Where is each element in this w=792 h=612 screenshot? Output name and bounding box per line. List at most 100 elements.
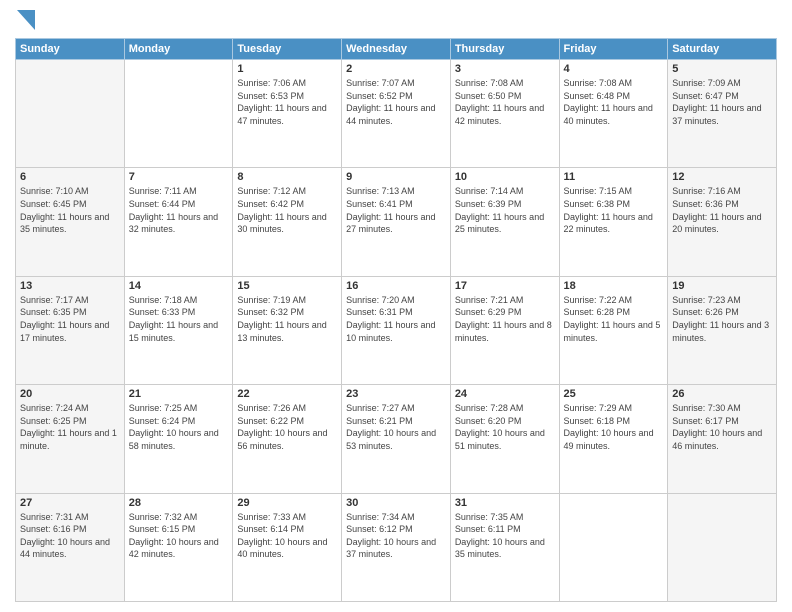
calendar-cell: 6Sunrise: 7:10 AM Sunset: 6:45 PM Daylig…	[16, 168, 125, 276]
calendar-cell: 12Sunrise: 7:16 AM Sunset: 6:36 PM Dayli…	[668, 168, 777, 276]
day-number: 11	[564, 171, 664, 183]
calendar-week-row: 27 Sunrise: 7:31 AM Sunset: 6:16 PM Dayli…	[16, 493, 777, 601]
day-number: 20	[20, 388, 120, 400]
day-number: 7	[129, 171, 229, 183]
calendar-cell: 20 Sunrise: 7:24 AM Sunset: 6:25 PM Dayli…	[16, 385, 125, 493]
day-number: 5	[672, 63, 772, 75]
weekday-header: Saturday	[668, 39, 777, 60]
calendar-cell: 19Sunrise: 7:23 AM Sunset: 6:26 PM Dayli…	[668, 276, 777, 384]
day-number: 26	[672, 388, 772, 400]
calendar-week-row: 6Sunrise: 7:10 AM Sunset: 6:45 PM Daylig…	[16, 168, 777, 276]
calendar-cell: 17 Sunrise: 7:21 AM Sunset: 6:29 PM Dayli…	[450, 276, 559, 384]
day-number: 24	[455, 388, 555, 400]
calendar-cell: 4 Sunrise: 7:08 AM Sunset: 6:48 PM Daylig…	[559, 60, 668, 168]
day-number: 18	[564, 280, 664, 292]
day-number: 1	[237, 63, 337, 75]
calendar-cell: 14 Sunrise: 7:18 AM Sunset: 6:33 PM Dayli…	[124, 276, 233, 384]
day-info: Sunrise: 7:12 AM Sunset: 6:42 PM Dayligh…	[237, 185, 337, 235]
day-number: 21	[129, 388, 229, 400]
day-info: Sunrise: 7:11 AM Sunset: 6:44 PM Dayligh…	[129, 185, 229, 235]
day-number: 22	[237, 388, 337, 400]
day-number: 23	[346, 388, 446, 400]
day-number: 3	[455, 63, 555, 75]
day-info: Sunrise: 7:35 AM Sunset: 6:11 PM Dayligh…	[455, 511, 555, 561]
day-number: 25	[564, 388, 664, 400]
day-info: Sunrise: 7:28 AM Sunset: 6:20 PM Dayligh…	[455, 402, 555, 452]
day-number: 9	[346, 171, 446, 183]
calendar-cell: 23 Sunrise: 7:27 AM Sunset: 6:21 PM Dayli…	[342, 385, 451, 493]
calendar-cell: 7 Sunrise: 7:11 AM Sunset: 6:44 PM Daylig…	[124, 168, 233, 276]
day-info: Sunrise: 7:26 AM Sunset: 6:22 PM Dayligh…	[237, 402, 337, 452]
day-number: 27	[20, 497, 120, 509]
day-number: 12	[672, 171, 772, 183]
day-info: Sunrise: 7:27 AM Sunset: 6:21 PM Dayligh…	[346, 402, 446, 452]
day-info: Sunrise: 7:33 AM Sunset: 6:14 PM Dayligh…	[237, 511, 337, 561]
day-info: Sunrise: 7:09 AM Sunset: 6:47 PM Dayligh…	[672, 77, 772, 127]
calendar-cell	[124, 60, 233, 168]
day-number: 15	[237, 280, 337, 292]
calendar-cell: 9 Sunrise: 7:13 AM Sunset: 6:41 PM Daylig…	[342, 168, 451, 276]
day-number: 31	[455, 497, 555, 509]
day-info: Sunrise: 7:31 AM Sunset: 6:16 PM Dayligh…	[20, 511, 120, 561]
day-number: 6	[20, 171, 120, 183]
calendar-cell: 22 Sunrise: 7:26 AM Sunset: 6:22 PM Dayli…	[233, 385, 342, 493]
day-info: Sunrise: 7:22 AM Sunset: 6:28 PM Dayligh…	[564, 294, 664, 344]
calendar-cell: 18 Sunrise: 7:22 AM Sunset: 6:28 PM Dayli…	[559, 276, 668, 384]
day-info: Sunrise: 7:17 AM Sunset: 6:35 PM Dayligh…	[20, 294, 120, 344]
day-info: Sunrise: 7:29 AM Sunset: 6:18 PM Dayligh…	[564, 402, 664, 452]
calendar-table: SundayMondayTuesdayWednesdayThursdayFrid…	[15, 38, 777, 602]
day-number: 4	[564, 63, 664, 75]
weekday-header: Wednesday	[342, 39, 451, 60]
calendar-cell: 21 Sunrise: 7:25 AM Sunset: 6:24 PM Dayli…	[124, 385, 233, 493]
calendar-cell: 25 Sunrise: 7:29 AM Sunset: 6:18 PM Dayli…	[559, 385, 668, 493]
day-number: 29	[237, 497, 337, 509]
weekday-header: Tuesday	[233, 39, 342, 60]
day-number: 17	[455, 280, 555, 292]
day-number: 10	[455, 171, 555, 183]
day-info: Sunrise: 7:25 AM Sunset: 6:24 PM Dayligh…	[129, 402, 229, 452]
calendar-cell: 5 Sunrise: 7:09 AM Sunset: 6:47 PM Daylig…	[668, 60, 777, 168]
day-number: 19	[672, 280, 772, 292]
calendar-header-row: SundayMondayTuesdayWednesdayThursdayFrid…	[16, 39, 777, 60]
weekday-header: Thursday	[450, 39, 559, 60]
calendar-cell: 28 Sunrise: 7:32 AM Sunset: 6:15 PM Dayli…	[124, 493, 233, 601]
day-info: Sunrise: 7:15 AM Sunset: 6:38 PM Dayligh…	[564, 185, 664, 235]
day-info: Sunrise: 7:07 AM Sunset: 6:52 PM Dayligh…	[346, 77, 446, 127]
day-number: 28	[129, 497, 229, 509]
weekday-header: Sunday	[16, 39, 125, 60]
day-info: Sunrise: 7:34 AM Sunset: 6:12 PM Dayligh…	[346, 511, 446, 561]
day-info: Sunrise: 7:20 AM Sunset: 6:31 PM Dayligh…	[346, 294, 446, 344]
day-number: 8	[237, 171, 337, 183]
day-info: Sunrise: 7:30 AM Sunset: 6:17 PM Dayligh…	[672, 402, 772, 452]
header	[15, 10, 777, 30]
calendar-cell	[16, 60, 125, 168]
calendar-week-row: 1Sunrise: 7:06 AM Sunset: 6:53 PM Daylig…	[16, 60, 777, 168]
calendar-week-row: 20 Sunrise: 7:24 AM Sunset: 6:25 PM Dayli…	[16, 385, 777, 493]
day-info: Sunrise: 7:13 AM Sunset: 6:41 PM Dayligh…	[346, 185, 446, 235]
day-info: Sunrise: 7:24 AM Sunset: 6:25 PM Dayligh…	[20, 402, 120, 452]
weekday-header: Monday	[124, 39, 233, 60]
day-info: Sunrise: 7:08 AM Sunset: 6:48 PM Dayligh…	[564, 77, 664, 127]
page: SundayMondayTuesdayWednesdayThursdayFrid…	[0, 0, 792, 612]
calendar-cell: 27 Sunrise: 7:31 AM Sunset: 6:16 PM Dayli…	[16, 493, 125, 601]
calendar-cell: 10 Sunrise: 7:14 AM Sunset: 6:39 PM Dayli…	[450, 168, 559, 276]
day-info: Sunrise: 7:32 AM Sunset: 6:15 PM Dayligh…	[129, 511, 229, 561]
day-number: 14	[129, 280, 229, 292]
calendar-cell: 29 Sunrise: 7:33 AM Sunset: 6:14 PM Dayli…	[233, 493, 342, 601]
calendar-cell: 11 Sunrise: 7:15 AM Sunset: 6:38 PM Dayli…	[559, 168, 668, 276]
calendar-cell: 2 Sunrise: 7:07 AM Sunset: 6:52 PM Daylig…	[342, 60, 451, 168]
day-info: Sunrise: 7:14 AM Sunset: 6:39 PM Dayligh…	[455, 185, 555, 235]
logo-icon	[17, 10, 35, 30]
calendar-cell: 30Sunrise: 7:34 AM Sunset: 6:12 PM Dayli…	[342, 493, 451, 601]
calendar-cell: 3Sunrise: 7:08 AM Sunset: 6:50 PM Daylig…	[450, 60, 559, 168]
calendar-cell: 16Sunrise: 7:20 AM Sunset: 6:31 PM Dayli…	[342, 276, 451, 384]
day-info: Sunrise: 7:19 AM Sunset: 6:32 PM Dayligh…	[237, 294, 337, 344]
calendar-cell: 24 Sunrise: 7:28 AM Sunset: 6:20 PM Dayli…	[450, 385, 559, 493]
day-info: Sunrise: 7:21 AM Sunset: 6:29 PM Dayligh…	[455, 294, 555, 344]
calendar-cell: 31 Sunrise: 7:35 AM Sunset: 6:11 PM Dayli…	[450, 493, 559, 601]
day-info: Sunrise: 7:18 AM Sunset: 6:33 PM Dayligh…	[129, 294, 229, 344]
day-number: 13	[20, 280, 120, 292]
day-number: 2	[346, 63, 446, 75]
calendar-cell: 15 Sunrise: 7:19 AM Sunset: 6:32 PM Dayli…	[233, 276, 342, 384]
calendar-cell	[668, 493, 777, 601]
